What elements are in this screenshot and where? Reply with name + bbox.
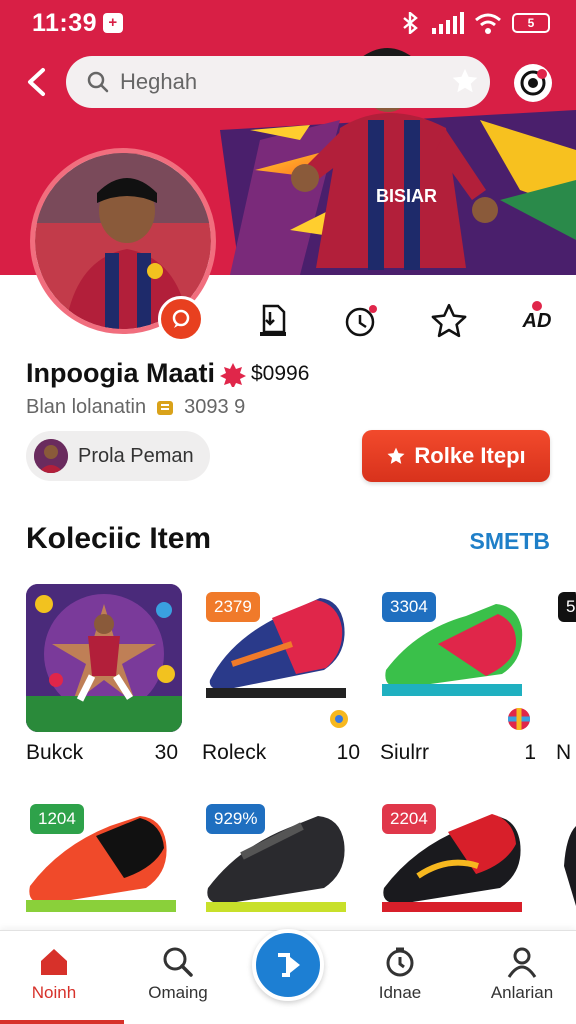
profile-subtitle-row: Blan lolanatin 3093 9 (26, 396, 245, 419)
back-button[interactable] (18, 62, 54, 102)
chip-avatar (34, 439, 68, 473)
profile-actions: AD (250, 298, 560, 344)
timer-icon (386, 947, 414, 977)
chat-bubble-icon (172, 309, 190, 328)
item-card[interactable]: 2204 (378, 796, 534, 944)
ball-icon (508, 708, 530, 730)
play-forward-icon (278, 953, 300, 977)
profile-sub-count: 3093 9 (184, 396, 246, 418)
search-icon (163, 947, 193, 977)
clock-text: 11:39 (32, 8, 98, 37)
notification-icon: + (103, 13, 124, 33)
home-icon (41, 949, 67, 975)
item-card[interactable]: 5 (554, 584, 576, 732)
search-input[interactable]: Heghah (66, 56, 490, 108)
status-bar: 11:39 + 5 (0, 0, 576, 46)
profile-amount: $0996 (251, 361, 310, 385)
item-card[interactable]: 1204 (26, 796, 182, 944)
item-count: 30 (154, 741, 178, 764)
profile-name-row: Inpoogia Maati $0996 (26, 358, 309, 389)
search-icon (87, 71, 109, 93)
battery-level: 5 (527, 16, 535, 30)
item-badge: 3304 (382, 592, 436, 622)
ad-label: AD (522, 309, 552, 332)
item-card[interactable]: 929% (202, 796, 358, 944)
section-title: Koleciic Item (26, 522, 212, 555)
nav-search[interactable]: Omaing (128, 945, 228, 1003)
item-title: Bukck (26, 741, 84, 764)
profile-subtitle: Blan lolanatin (26, 396, 147, 418)
favorite-star-icon[interactable] (452, 68, 478, 94)
top-bar: Heghah (0, 54, 576, 112)
search-placeholder: Heghah (120, 69, 198, 94)
nav-timer[interactable]: Idnae (350, 945, 450, 1003)
timer-button[interactable] (338, 298, 384, 344)
bottom-navigation: Noinh Omaing Idnae Anlarian (0, 929, 576, 1024)
item-badge: 2379 (206, 592, 260, 622)
ad-button[interactable]: AD (514, 298, 560, 344)
back-arrow-icon (28, 68, 45, 96)
section-see-all-link[interactable]: SMETB (470, 528, 551, 555)
profile-name: Inpoogia Maati (26, 358, 215, 388)
coin-icon (157, 400, 174, 415)
primary-action-button[interactable]: Rolke Itepı (362, 430, 550, 482)
star-filled-icon (387, 447, 405, 464)
nav-home-label: Noinh (31, 983, 77, 1002)
share-button[interactable] (250, 298, 296, 344)
item-card[interactable] (26, 584, 182, 732)
nav-search-label: Omaing (148, 983, 208, 1002)
item-card[interactable] (554, 796, 576, 944)
item-count: 1 (524, 741, 536, 764)
item-image-player (26, 584, 182, 732)
record-button[interactable] (514, 64, 552, 102)
status-time: 11:39 + (32, 8, 124, 38)
document-share-icon (260, 304, 286, 336)
star-outline-icon (431, 303, 467, 338)
active-tab-indicator (0, 1020, 124, 1024)
ad-dot-icon (532, 301, 542, 311)
item-image-partial (564, 826, 576, 906)
signal-icon (432, 12, 464, 34)
item-count: 10 (336, 741, 360, 764)
svg-text:BISIAR: BISIAR (376, 186, 437, 206)
nav-profile-label: Anlarian (490, 983, 554, 1002)
nav-profile[interactable]: Anlarian (472, 945, 572, 1003)
item-title: N (556, 741, 572, 764)
nav-timer-label: Idnae (378, 983, 422, 1002)
favorite-button[interactable] (426, 298, 472, 344)
app-root: BISIAR 11:39 + 5 Heghah AD Inpoogia Maat… (0, 0, 576, 1024)
item-title: Siulrr (380, 741, 430, 764)
timer-icon (345, 305, 377, 337)
battery-icon: 5 (512, 13, 550, 33)
bluetooth-icon (403, 12, 418, 34)
item-badge: 5 (558, 592, 576, 622)
primary-button-label: Rolke Itepı (414, 443, 526, 468)
nav-home[interactable]: Noinh (4, 945, 104, 1003)
item-badge: 2204 (382, 804, 436, 834)
chip-avatar-image (34, 439, 68, 473)
wifi-icon (475, 13, 501, 34)
item-badge: 929% (206, 804, 266, 834)
avatar-edit-button[interactable] (158, 296, 204, 342)
flame-icon (220, 362, 246, 387)
chip-label: Prola Peman (78, 444, 194, 467)
record-icon (520, 69, 547, 96)
item-badge: 1204 (30, 804, 84, 834)
sparkle-icon (330, 710, 348, 728)
nav-center-action-button[interactable] (252, 929, 324, 1001)
status-icons: 5 (400, 12, 550, 34)
profile-chip[interactable]: Prola Peman (26, 431, 210, 481)
item-title: Roleck (202, 741, 267, 764)
user-icon (507, 947, 537, 978)
